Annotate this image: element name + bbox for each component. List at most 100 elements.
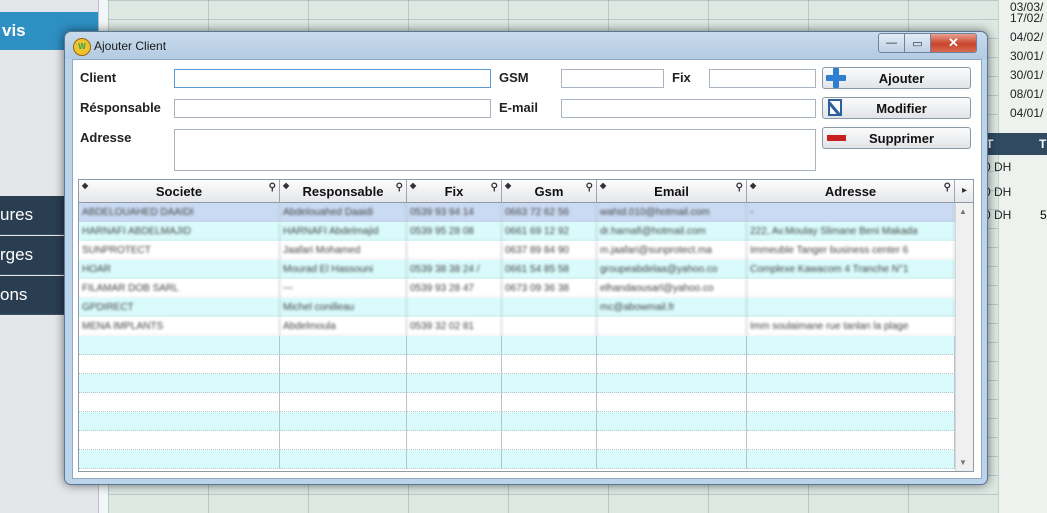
sort-icon[interactable]: ◆	[410, 181, 416, 191]
empty-table-row[interactable]	[79, 336, 955, 355]
table-row[interactable]: HOAR Mourad El Hassouni 0539 38 38 24 /066…	[79, 260, 955, 279]
table-cell[interactable]	[597, 355, 747, 374]
table-cell[interactable]: Abdelouahed Daaidi	[280, 203, 407, 222]
table-cell[interactable]	[747, 374, 955, 393]
table-cell[interactable]: Immeuble Tanger business center 6	[747, 241, 955, 260]
table-cell[interactable]	[747, 431, 955, 450]
table-cell[interactable]	[502, 374, 597, 393]
table-cell[interactable]	[502, 450, 597, 469]
table-cell[interactable]: FILAMAR DOB SARL	[79, 279, 280, 298]
adresse-textarea[interactable]	[174, 129, 816, 171]
table-cell[interactable]: Michel conilleau	[280, 298, 407, 317]
table-cell[interactable]	[747, 450, 955, 469]
empty-table-row[interactable]	[79, 431, 955, 450]
table-cell[interactable]: Complexe Kawacom 4 Tranche N°1	[747, 260, 955, 279]
table-cell[interactable]: 0673 09 36 38	[502, 279, 597, 298]
table-row[interactable]: FILAMAR DOB SARL --- 0539 93 28 47 0673 09 …	[79, 279, 955, 298]
column-header-gsm[interactable]: ◆ Gsm ⚲	[502, 180, 597, 202]
table-cell[interactable]: 222, Av.Moulay Slimane Beni Makada	[747, 222, 955, 241]
empty-table-row[interactable]	[79, 393, 955, 412]
table-cell[interactable]	[597, 336, 747, 355]
table-row[interactable]: HARNAFI ABDELMAJID HARNAFI Abdelmajid 0539…	[79, 222, 955, 241]
table-cell[interactable]: Abdelmoula	[280, 317, 407, 336]
table-cell[interactable]	[407, 393, 502, 412]
table-cell[interactable]	[597, 317, 747, 336]
vertical-scrollbar[interactable]: ▲ ▼	[955, 203, 973, 471]
scroll-right-icon[interactable]: ▸	[956, 180, 973, 202]
table-cell[interactable]	[502, 355, 597, 374]
column-header-fix[interactable]: ◆ Fix ⚲	[407, 180, 502, 202]
table-cell[interactable]	[502, 412, 597, 431]
filter-search-icon[interactable]: ⚲	[944, 181, 951, 195]
supprimer-button[interactable]: Supprimer	[822, 127, 971, 149]
table-cell[interactable]: ---	[280, 279, 407, 298]
fix-input[interactable]	[709, 69, 816, 88]
table-cell[interactable]	[79, 393, 280, 412]
table-cell[interactable]: 0663 72 62 56	[502, 203, 597, 222]
empty-table-row[interactable]	[79, 412, 955, 431]
table-cell[interactable]: 0637 89 84 90	[502, 241, 597, 260]
table-cell[interactable]	[597, 431, 747, 450]
email-input[interactable]	[561, 99, 816, 118]
column-header-societe[interactable]: ◆ Societe ⚲	[79, 180, 280, 202]
close-button[interactable]: ✕	[931, 33, 977, 53]
sort-icon[interactable]: ◆	[505, 181, 511, 191]
table-cell[interactable]: MENA IMPLANTS	[79, 317, 280, 336]
sort-icon[interactable]: ◆	[750, 181, 756, 191]
filter-search-icon[interactable]: ⚲	[491, 181, 498, 195]
modifier-button[interactable]: Modifier	[822, 97, 971, 119]
table-cell[interactable]	[502, 336, 597, 355]
table-cell[interactable]: 0539 32 02 81	[407, 317, 502, 336]
empty-table-row[interactable]	[79, 374, 955, 393]
table-cell[interactable]	[747, 279, 955, 298]
maximize-button[interactable]: ▭	[905, 33, 931, 53]
table-cell[interactable]: GPDIRECT	[79, 298, 280, 317]
table-cell[interactable]	[280, 393, 407, 412]
sort-icon[interactable]: ◆	[82, 181, 88, 191]
table-cell[interactable]	[280, 374, 407, 393]
table-cell[interactable]	[280, 336, 407, 355]
client-input[interactable]	[174, 69, 491, 88]
table-cell[interactable]	[79, 412, 280, 431]
table-cell[interactable]: ABDELOUAHED DAAIDI	[79, 203, 280, 222]
table-cell[interactable]: 0661 69 12 92	[502, 222, 597, 241]
scroll-up-icon[interactable]: ▲	[959, 207, 967, 216]
table-row[interactable]: MENA IMPLANTS Abdelmoula 0539 32 02 81 Imm …	[79, 317, 955, 336]
column-header-adresse[interactable]: ◆ Adresse ⚲	[747, 180, 955, 202]
table-cell[interactable]	[407, 336, 502, 355]
table-cell[interactable]	[407, 241, 502, 260]
table-cell[interactable]: SUNPROTECT	[79, 241, 280, 260]
table-cell[interactable]	[747, 336, 955, 355]
table-cell[interactable]	[747, 355, 955, 374]
table-cell[interactable]: 0539 93 94 14	[407, 203, 502, 222]
table-cell[interactable]	[747, 393, 955, 412]
table-cell[interactable]	[597, 393, 747, 412]
table-cell[interactable]	[280, 355, 407, 374]
table-cell[interactable]: mc@abowmail.fr	[597, 298, 747, 317]
column-header-email[interactable]: ◆ Email ⚲	[597, 180, 747, 202]
filter-search-icon[interactable]: ⚲	[396, 181, 403, 195]
table-cell[interactable]: HARNAFI Abdelmajid	[280, 222, 407, 241]
table-cell[interactable]: wahid.010@hotmail.com	[597, 203, 747, 222]
table-cell[interactable]	[407, 450, 502, 469]
table-cell[interactable]	[407, 374, 502, 393]
empty-table-row[interactable]	[79, 355, 955, 374]
gsm-input[interactable]	[561, 69, 664, 88]
table-cell[interactable]: 0661 54 85 58	[502, 260, 597, 279]
table-cell[interactable]: Mourad El Hassouni	[280, 260, 407, 279]
table-cell[interactable]: Jaafari Mohamed	[280, 241, 407, 260]
minimize-button[interactable]: —	[878, 33, 905, 53]
table-row[interactable]: ABDELOUAHED DAAIDI Abdelouahed Daaidi 0539…	[79, 203, 955, 222]
table-cell[interactable]: HOAR	[79, 260, 280, 279]
empty-table-row[interactable]	[79, 450, 955, 469]
dialog-titlebar[interactable]: W Ajouter Client — ▭ ✕	[65, 32, 987, 59]
table-cell[interactable]: elhandaousarl@yahoo.co	[597, 279, 747, 298]
table-cell[interactable]	[280, 450, 407, 469]
table-cell[interactable]	[79, 431, 280, 450]
table-cell[interactable]: 0539 93 28 47	[407, 279, 502, 298]
table-cell[interactable]	[502, 393, 597, 412]
filter-search-icon[interactable]: ⚲	[736, 181, 743, 195]
sort-icon[interactable]: ◆	[283, 181, 289, 191]
table-cell[interactable]	[407, 355, 502, 374]
table-cell[interactable]	[280, 431, 407, 450]
